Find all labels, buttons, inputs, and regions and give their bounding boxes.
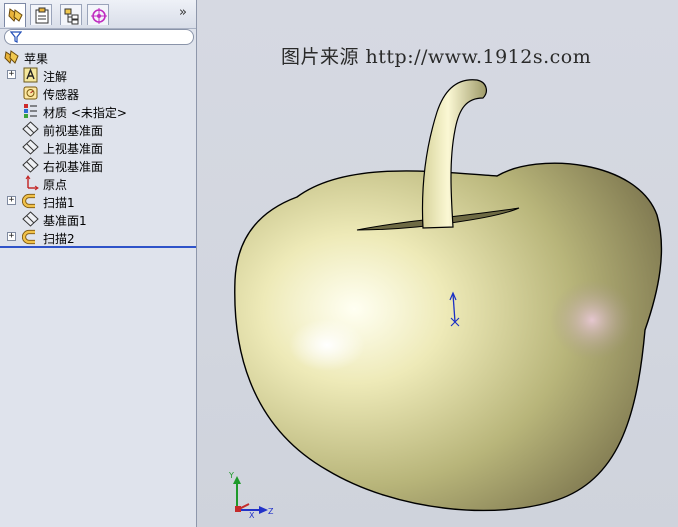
apple-blush	[550, 280, 634, 360]
sensor-icon	[23, 86, 38, 100]
tree-item-label: 扫描1	[43, 196, 75, 210]
tree-item-label: 基准面1	[43, 214, 87, 228]
tree-item-sensors[interactable]: 传感器	[0, 84, 196, 102]
tree-item-material[interactable]: 材质 <未指定>	[0, 102, 196, 120]
configuration-manager-tab[interactable]	[60, 4, 82, 25]
expand-panel-button[interactable]: »	[176, 6, 190, 20]
tree-item-sweep1[interactable]: + 扫描1	[0, 192, 196, 210]
plane-icon	[22, 211, 39, 227]
tree-item-label: 材质 <未指定>	[43, 106, 127, 120]
tree-item-top-plane[interactable]: 上视基准面	[0, 138, 196, 156]
tree-item-label: 传感器	[43, 88, 80, 102]
sweep-icon	[22, 193, 35, 209]
triad-z-label: Z	[268, 507, 274, 516]
reference-triad: Y Z X	[228, 471, 274, 518]
plane-icon	[22, 157, 39, 173]
tree-root-label: 苹果	[24, 52, 49, 66]
panel-tab-bar: »	[0, 0, 196, 29]
tree-item-label: 扫描2	[43, 232, 75, 246]
filter-icon	[10, 31, 22, 43]
feature-tree: 苹果 + 注解 传感器 材质 <未指定> 前视基准面 上视基准面 右视基准面 原…	[0, 48, 196, 246]
feature-manager-tab[interactable]	[4, 3, 26, 27]
sweep-icon	[22, 229, 35, 245]
tree-item-label: 右视基准面	[43, 160, 104, 174]
graphics-viewport[interactable]: 图片来源 http://www.1912s.com Y Z X	[197, 0, 678, 527]
apple-model[interactable]	[197, 0, 678, 527]
dimxpert-tab[interactable]	[87, 4, 109, 25]
property-manager-icon	[35, 7, 49, 24]
double-chevron-right-icon: »	[179, 5, 187, 20]
tree-filter-input[interactable]	[4, 29, 194, 45]
origin-icon	[25, 175, 39, 191]
tree-root-part[interactable]: 苹果	[0, 48, 196, 66]
feature-tree-icon	[8, 8, 23, 22]
tree-item-front-plane[interactable]: 前视基准面	[0, 120, 196, 138]
plane-icon	[22, 139, 39, 155]
rollback-bar[interactable]	[0, 246, 196, 248]
tree-item-origin[interactable]: 原点	[0, 174, 196, 192]
part-icon	[4, 50, 19, 64]
watermark-text: 图片来源 http://www.1912s.com	[281, 46, 592, 68]
expand-toggle[interactable]: +	[7, 232, 16, 241]
triad-x-label: X	[249, 511, 255, 518]
tree-item-label: 原点	[43, 178, 68, 192]
property-manager-tab[interactable]	[30, 4, 52, 25]
annotations-icon	[23, 67, 38, 83]
expand-toggle[interactable]: +	[7, 196, 16, 205]
target-icon	[91, 8, 107, 24]
tree-item-label: 前视基准面	[43, 124, 104, 138]
plane-icon	[22, 121, 39, 137]
tree-item-annotations[interactable]: + 注解	[0, 66, 196, 84]
triad-y-label: Y	[228, 471, 234, 480]
feature-manager-panel: » 苹果 + 注解 传感器 材质 <未指定> 前视基准面 上视基准面 右视基准面…	[0, 0, 197, 527]
expand-toggle[interactable]: +	[7, 70, 16, 79]
tree-item-plane1[interactable]: 基准面1	[0, 210, 196, 228]
tree-item-label: 注解	[43, 70, 68, 84]
material-icon	[24, 104, 37, 118]
tree-item-right-plane[interactable]: 右视基准面	[0, 156, 196, 174]
tree-item-sweep2[interactable]: + 扫描2	[0, 228, 196, 246]
apple-highlight	[289, 319, 365, 371]
configuration-icon	[64, 8, 79, 25]
tree-item-label: 上视基准面	[43, 142, 104, 156]
